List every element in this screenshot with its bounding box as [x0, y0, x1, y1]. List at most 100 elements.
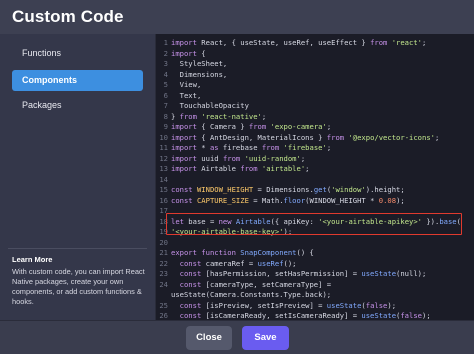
line-number: 21: [159, 248, 168, 257]
code-token: const: [179, 311, 202, 320]
code-editor[interactable]: 1 import React, { useState, useRef, useEf…: [156, 34, 474, 320]
code-line[interactable]: 25 const [isPreview, setIsPreview] = use…: [156, 301, 474, 312]
code-line[interactable]: 9 import { Camera } from 'expo-camera';: [156, 122, 474, 133]
line-code: const CAPTURE_SIZE = Math.floor(WINDOW_H…: [171, 196, 405, 207]
code-token: useState: [361, 269, 397, 278]
line-number: 22: [159, 258, 168, 268]
code-token: as: [209, 143, 219, 152]
code-token: uuid: [196, 153, 223, 163]
code-token: 'window': [331, 185, 366, 194]
code-token: 0.08: [378, 195, 397, 205]
code-lines[interactable]: 1 import React, { useState, useRef, useEf…: [156, 38, 474, 320]
line-number: 11: [159, 143, 168, 152]
code-line[interactable]: 7 TouchableOpacity: [156, 101, 474, 112]
code-line[interactable]: 2 import {: [156, 49, 474, 60]
code-token: );: [422, 311, 431, 320]
code-token: const: [179, 279, 202, 289]
code-token: useRef: [257, 258, 284, 268]
line-code: import Airtable from 'airtable';: [171, 164, 310, 175]
sidebar-divider: [8, 248, 147, 249]
line-number: 20: [159, 237, 168, 247]
sidebar-item-functions[interactable]: Functions: [12, 43, 143, 64]
line-number: 12: [159, 153, 168, 163]
code-line[interactable]: 6 Text,: [156, 91, 474, 102]
code-token: import: [171, 132, 197, 142]
line-number: 2: [163, 48, 168, 58]
sidebar-item-components[interactable]: Components: [12, 70, 143, 91]
code-token: (WINDOW_HEIGHT *: [305, 195, 379, 205]
line-code: import { Camera } from 'expo-camera';: [171, 122, 331, 133]
line-number: 25: [159, 300, 168, 310]
code-token: [isCameraReady, setIsCameraReady] =: [201, 311, 362, 320]
line-code: const cameraRef = useRef();: [171, 259, 297, 270]
code-line[interactable]: 15 const WINDOW_HEIGHT = Dimensions.get('…: [156, 185, 474, 196]
code-line[interactable]: 12 import uuid from 'uuid-random';: [156, 154, 474, 165]
line-code: const [isPreview, setIsPreview] = useSta…: [171, 301, 396, 312]
code-token: { Camera }: [196, 122, 249, 131]
code-line[interactable]: 13 import Airtable from 'airtable';: [156, 164, 474, 175]
line-number: 13: [159, 164, 168, 173]
code-token: () {: [296, 248, 314, 257]
code-token: = Dimensions.: [253, 185, 314, 194]
line-number: 10: [159, 132, 168, 142]
code-token: { AntDesign, MaterialIcons }: [196, 132, 327, 142]
code-line[interactable]: 10 import { AntDesign, MaterialIcons } fr…: [156, 133, 474, 144]
code-line[interactable]: 4 Dimensions,: [156, 70, 474, 81]
code-line[interactable]: 26 const [isCameraReady, setIsCameraRead…: [156, 311, 474, 320]
code-token: false: [400, 311, 422, 320]
line-number: 4: [163, 69, 168, 79]
code-token: 'firebase': [283, 143, 327, 152]
code-token: from: [179, 111, 197, 121]
code-token: WINDOW_HEIGHT: [196, 185, 254, 194]
close-button[interactable]: Close: [186, 326, 232, 350]
code-line[interactable]: 21 export function SnapComponent() {: [156, 248, 474, 259]
code-token: 'uuid-random': [244, 153, 301, 163]
code-token: '@expo/vector-icons': [348, 132, 435, 142]
code-token: const: [179, 258, 202, 268]
modal-title: Custom Code: [12, 7, 124, 26]
line-code: } from 'react-native';: [171, 112, 266, 123]
code-line[interactable]: 24 const [cameraType, setCameraType] =: [156, 280, 474, 291]
code-token: const: [171, 185, 193, 194]
code-token: TouchableOpacity: [171, 101, 249, 110]
code-token: 'react': [391, 38, 422, 47]
code-line[interactable]: 22 const cameraRef = useRef();: [156, 259, 474, 270]
sidebar: Functions Components Packages Learn More…: [0, 34, 156, 320]
code-line[interactable]: 14: [156, 175, 474, 186]
code-token: [cameraType, setCameraType] =: [201, 279, 332, 289]
save-button[interactable]: Save: [242, 326, 289, 350]
code-token: from: [370, 38, 388, 47]
code-token: ();: [283, 258, 297, 268]
line-code: export function SnapComponent() {: [171, 248, 314, 259]
code-token: get: [313, 185, 327, 194]
highlight-box: [166, 213, 462, 235]
code-token: export function: [171, 248, 236, 257]
code-line[interactable]: 20: [156, 238, 474, 249]
code-token: );: [396, 195, 405, 205]
code-token: 'airtable': [261, 164, 306, 173]
custom-code-modal: Custom Code Functions Components Package…: [0, 0, 474, 354]
code-token: [hasPermission, setHasPermission] =: [201, 269, 362, 278]
code-token: cameraRef =: [201, 258, 258, 268]
code-line[interactable]: 8} from 'react-native';: [156, 112, 474, 123]
line-code: import { AntDesign, MaterialIcons } from…: [171, 133, 439, 144]
code-line[interactable]: 3 StyleSheet,: [156, 59, 474, 70]
code-line[interactable]: 1 import React, { useState, useRef, useEf…: [156, 38, 474, 49]
code-token: firebase: [218, 143, 262, 152]
code-line[interactable]: 23 const [hasPermission, setHasPermissio…: [156, 269, 474, 280]
sidebar-item-packages[interactable]: Packages: [12, 95, 143, 116]
code-line[interactable]: 16 const CAPTURE_SIZE = Math.floor(WINDOW…: [156, 196, 474, 207]
code-token: CAPTURE_SIZE: [196, 195, 249, 205]
code-token: from: [248, 122, 267, 131]
code-token: ;: [305, 164, 310, 173]
code-line[interactable]: 11 import * as firebase from 'firebase';: [156, 143, 474, 154]
code-line[interactable]: useState(Camera.Constants.Type.back);: [156, 290, 474, 301]
code-line[interactable]: 5 View,: [156, 80, 474, 91]
code-token: import: [171, 143, 197, 152]
line-number: 8: [163, 111, 168, 121]
code-token: const: [179, 300, 202, 310]
code-token: from: [261, 143, 280, 152]
code-token: SnapComponent: [240, 248, 297, 257]
